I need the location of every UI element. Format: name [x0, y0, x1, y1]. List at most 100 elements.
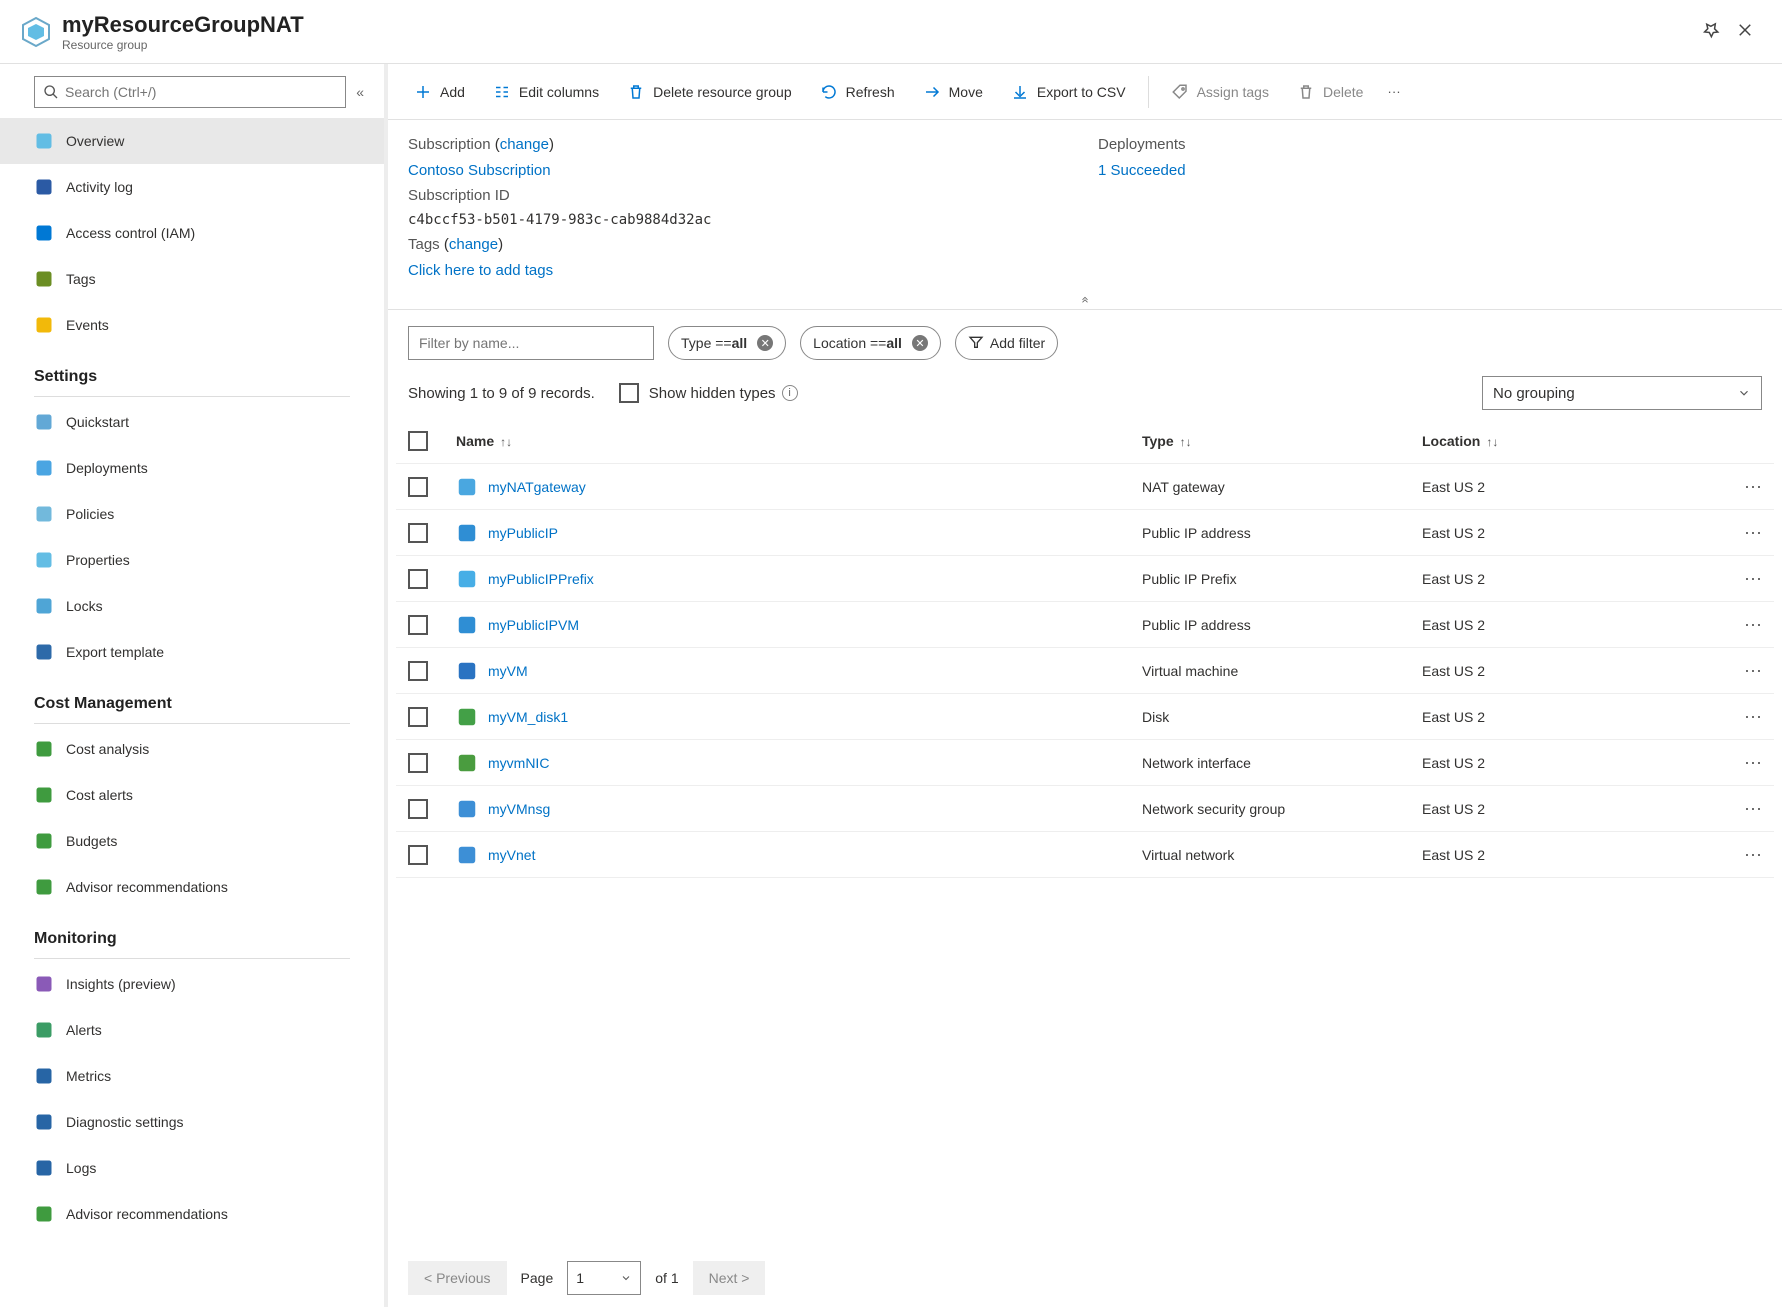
row-checkbox[interactable]	[408, 845, 428, 865]
sidebar-item-tags[interactable]: Tags	[0, 256, 384, 302]
row-checkbox[interactable]	[408, 799, 428, 819]
resource-link[interactable]: myVMnsg	[488, 801, 550, 817]
row-more-button[interactable]: ···	[1702, 660, 1762, 681]
page-label: Page	[521, 1270, 554, 1286]
close-button[interactable]	[1728, 13, 1762, 50]
sidebar-item-diagnostic-settings[interactable]: Diagnostic settings	[0, 1099, 384, 1145]
assign-tags-button[interactable]: Assign tags	[1159, 75, 1281, 109]
row-checkbox[interactable]	[408, 661, 428, 681]
row-more-button[interactable]: ···	[1702, 798, 1762, 819]
resource-link[interactable]: myvmNIC	[488, 755, 549, 771]
prev-page-button[interactable]: < Previous	[408, 1261, 507, 1295]
subscription-change-link[interactable]: change	[500, 136, 549, 153]
resource-location: East US 2	[1422, 847, 1702, 863]
refresh-button[interactable]: Refresh	[808, 75, 907, 109]
edit-columns-button[interactable]: Edit columns	[481, 75, 611, 109]
add-button[interactable]: Add	[402, 75, 477, 109]
log-icon	[34, 177, 54, 197]
sidebar-search-input[interactable]	[65, 84, 337, 100]
row-more-button[interactable]: ···	[1702, 752, 1762, 773]
sidebar-item-alerts[interactable]: Alerts	[0, 1007, 384, 1053]
sidebar-item-label: Overview	[66, 133, 124, 149]
sidebar-item-label: Activity log	[66, 179, 133, 195]
sidebar-item-cost-alerts[interactable]: Cost alerts	[0, 772, 384, 818]
resource-link[interactable]: myPublicIPPrefix	[488, 571, 594, 587]
sidebar-search[interactable]	[34, 76, 346, 108]
add-filter-button[interactable]: Add filter	[955, 326, 1058, 360]
col-name[interactable]: Name↑↓	[456, 433, 1142, 449]
sidebar-item-label: Deployments	[66, 460, 148, 476]
export-csv-button[interactable]: Export to CSV	[999, 75, 1138, 109]
move-button[interactable]: Move	[911, 75, 995, 109]
sidebar-item-export-template[interactable]: Export template	[0, 629, 384, 675]
resource-link[interactable]: myVM	[488, 663, 528, 679]
sidebar-item-budgets[interactable]: Budgets	[0, 818, 384, 864]
resource-link[interactable]: myNATgateway	[488, 479, 586, 495]
filter-location-pill[interactable]: Location == all✕	[800, 326, 941, 360]
filter-name-input[interactable]	[408, 326, 654, 360]
sidebar-item-deployments[interactable]: Deployments	[0, 445, 384, 491]
sidebar-item-events[interactable]: Events	[0, 302, 384, 348]
resource-link[interactable]: myVM_disk1	[488, 709, 568, 725]
sidebar-item-policies[interactable]: Policies	[0, 491, 384, 537]
resource-link[interactable]: myPublicIPVM	[488, 617, 579, 633]
row-checkbox[interactable]	[408, 523, 428, 543]
row-more-button[interactable]: ···	[1702, 568, 1762, 589]
resource-link[interactable]: myPublicIP	[488, 525, 558, 541]
row-checkbox[interactable]	[408, 615, 428, 635]
row-checkbox[interactable]	[408, 753, 428, 773]
select-all-checkbox[interactable]	[408, 431, 428, 451]
next-page-button[interactable]: Next >	[693, 1261, 766, 1295]
table-row: myPublicIPVM Public IP address East US 2…	[396, 602, 1774, 648]
sidebar-item-access-control-iam-[interactable]: Access control (IAM)	[0, 210, 384, 256]
toolbar-more-button[interactable]: ···	[1379, 76, 1408, 107]
sidebar-collapse-button[interactable]: «	[356, 84, 364, 100]
sidebar-item-properties[interactable]: Properties	[0, 537, 384, 583]
sidebar-item-activity-log[interactable]: Activity log	[0, 164, 384, 210]
deployments-link[interactable]: 1 Succeeded	[1098, 158, 1762, 184]
flag-icon	[34, 1020, 54, 1040]
sidebar-item-locks[interactable]: Locks	[0, 583, 384, 629]
sidebar-item-advisor-recommendations[interactable]: Advisor recommendations	[0, 864, 384, 910]
resource-location: East US 2	[1422, 525, 1702, 541]
sidebar-item-metrics[interactable]: Metrics	[0, 1053, 384, 1099]
row-more-button[interactable]: ···	[1702, 844, 1762, 865]
clear-location-icon[interactable]: ✕	[912, 335, 928, 351]
row-more-button[interactable]: ···	[1702, 614, 1762, 635]
row-more-button[interactable]: ···	[1702, 476, 1762, 497]
resource-location: East US 2	[1422, 755, 1702, 771]
tags-change-link[interactable]: change	[449, 236, 498, 253]
col-location[interactable]: Location↑↓	[1422, 433, 1702, 449]
row-checkbox[interactable]	[408, 477, 428, 497]
row-checkbox[interactable]	[408, 569, 428, 589]
subscription-label: Subscription	[408, 136, 491, 153]
resource-link[interactable]: myVnet	[488, 847, 535, 863]
clear-type-icon[interactable]: ✕	[757, 335, 773, 351]
delete-button[interactable]: Delete	[1285, 75, 1375, 109]
filter-type-pill[interactable]: Type == all✕	[668, 326, 786, 360]
row-more-button[interactable]: ···	[1702, 706, 1762, 727]
resource-type: Disk	[1142, 709, 1422, 725]
grouping-select[interactable]: No grouping	[1482, 376, 1762, 410]
essentials-collapse[interactable]	[388, 289, 1782, 310]
resource-location: East US 2	[1422, 571, 1702, 587]
page-select[interactable]: 1	[567, 1261, 641, 1295]
row-more-button[interactable]: ···	[1702, 522, 1762, 543]
show-hidden-checkbox[interactable]	[619, 383, 639, 403]
delete-rg-button[interactable]: Delete resource group	[615, 75, 804, 109]
sidebar-item-logs[interactable]: Logs	[0, 1145, 384, 1191]
pin-button[interactable]	[1694, 13, 1728, 50]
row-checkbox[interactable]	[408, 707, 428, 727]
col-type[interactable]: Type↑↓	[1142, 433, 1422, 449]
sidebar-item-advisor-recommendations[interactable]: Advisor recommendations	[0, 1191, 384, 1237]
sidebar-item-cost-analysis[interactable]: Cost analysis	[0, 726, 384, 772]
subscription-name-link[interactable]: Contoso Subscription	[408, 158, 1098, 184]
info-icon[interactable]: i	[782, 385, 798, 401]
sidebar-item-overview[interactable]: Overview	[0, 118, 384, 164]
ipprefix-icon	[456, 568, 478, 590]
tags-add-link[interactable]: Click here to add tags	[408, 262, 553, 279]
cube-icon	[34, 131, 54, 151]
sidebar-item-insights-preview-[interactable]: Insights (preview)	[0, 961, 384, 1007]
sidebar-item-quickstart[interactable]: Quickstart	[0, 399, 384, 445]
sidebar-item-label: Quickstart	[66, 414, 129, 430]
